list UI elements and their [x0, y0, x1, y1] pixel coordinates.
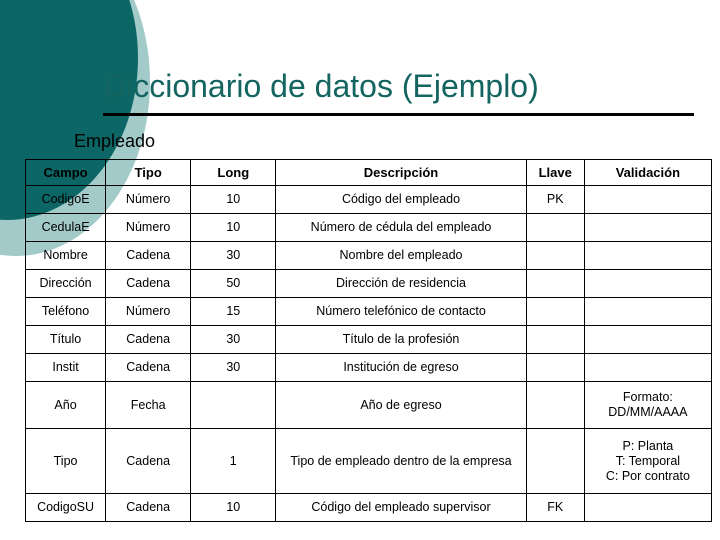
cell-tipo: Número — [105, 213, 192, 242]
table-row: Nombre Cadena 30 Nombre del empleado — [24, 241, 713, 270]
column-header-llave: Llave — [525, 159, 585, 186]
cell-llave — [525, 381, 585, 429]
cell-llave — [525, 325, 585, 354]
cell-tipo: Cadena — [105, 241, 192, 270]
entity-name-label: Empleado — [74, 131, 156, 151]
cell-llave — [525, 353, 585, 382]
cell-campo: CodigoSU — [24, 493, 107, 522]
table-header-row: Campo Tipo Long Descripción Llave Valida… — [24, 159, 713, 186]
cell-validacion — [583, 269, 713, 298]
cell-tipo: Número — [105, 297, 192, 326]
cell-long — [190, 381, 277, 429]
column-header-validacion: Validación — [583, 159, 713, 186]
cell-campo: Instit — [24, 353, 107, 382]
cell-llave — [525, 297, 585, 326]
column-header-long: Long — [190, 159, 277, 186]
title-block: Diccionario de datos (Ejemplo) — [103, 66, 694, 116]
page-title: Diccionario de datos (Ejemplo) — [103, 68, 539, 104]
cell-tipo: Cadena — [105, 428, 192, 494]
title-divider — [103, 113, 694, 116]
cell-llave — [525, 213, 585, 242]
cell-descripcion: Número de cédula del empleado — [275, 213, 527, 242]
cell-campo: Título — [24, 325, 107, 354]
cell-campo: Año — [24, 381, 107, 429]
cell-campo: CedulaE — [24, 213, 107, 242]
cell-long: 30 — [190, 353, 277, 382]
cell-campo: Nombre — [24, 241, 107, 270]
cell-llave — [525, 428, 585, 494]
table-row: CodigoE Número 10 Código del empleado PK — [24, 185, 713, 214]
cell-validacion — [583, 325, 713, 354]
cell-campo: Dirección — [24, 269, 107, 298]
cell-descripcion: Código del empleado — [275, 185, 527, 214]
table-row: Título Cadena 30 Título de la profesión — [24, 325, 713, 354]
validacion-line: P: Planta — [622, 438, 674, 453]
table-row: Teléfono Número 15 Número telefónico de con… — [24, 297, 713, 326]
cell-tipo: Cadena — [105, 269, 192, 298]
cell-validacion — [583, 241, 713, 270]
cell-validacion — [583, 353, 713, 382]
cell-descripcion: Código del empleado supervisor — [275, 493, 527, 522]
cell-descripcion: Institución de egreso — [275, 353, 527, 382]
cell-campo: Teléfono — [24, 297, 107, 326]
cell-llave — [525, 241, 585, 270]
cell-long: 1 — [190, 428, 277, 494]
cell-descripcion: Nombre del empleado — [275, 241, 527, 270]
cell-llave — [525, 269, 585, 298]
cell-validacion: Formato: DD/MM/AAAA — [583, 381, 713, 429]
cell-descripcion: Número telefónico de contacto — [275, 297, 527, 326]
cell-validacion — [583, 213, 713, 242]
cell-long: 10 — [190, 213, 277, 242]
table-row: CedulaE Número 10 Número de cédula del empl… — [24, 213, 713, 242]
cell-tipo: Cadena — [105, 325, 192, 354]
cell-long: 30 — [190, 241, 277, 270]
table-row: CodigoSU Cadena 10 Código del empleado supe… — [24, 493, 713, 522]
cell-validacion — [583, 493, 713, 522]
table-row: Instit Cadena 30 Institución de egreso — [24, 353, 713, 382]
cell-long: 50 — [190, 269, 277, 298]
cell-validacion — [583, 297, 713, 326]
cell-descripcion: Dirección de residencia — [275, 269, 527, 298]
table-body: CodigoE Número 10 Código del empleado PK Cedu… — [24, 185, 713, 522]
column-header-descripcion: Descripción — [275, 159, 527, 186]
cell-descripcion: Título de la profesión — [275, 325, 527, 354]
data-dictionary-table: Campo Tipo Long Descripción Llave Valida… — [24, 159, 713, 522]
cell-tipo: Número — [105, 185, 192, 214]
cell-long: 10 — [190, 185, 277, 214]
cell-descripcion: Tipo de empleado dentro de la empresa — [275, 428, 527, 494]
validacion-line: Formato: — [622, 390, 673, 404]
column-header-tipo: Tipo — [105, 159, 192, 186]
cell-validacion: P: Planta T: Temporal C: Por contrato — [583, 428, 713, 494]
cell-campo: Tipo — [24, 428, 107, 494]
table-row: Tipo Cadena 1 Tipo de empleado dentro de la… — [24, 428, 713, 494]
cell-llave: FK — [525, 493, 585, 522]
column-header-campo: Campo — [24, 159, 107, 186]
validacion-line: DD/MM/AAAA — [608, 405, 688, 419]
cell-descripcion: Año de egreso — [275, 381, 527, 429]
cell-tipo: Fecha — [105, 381, 192, 429]
table-row: Año Fecha Año de egreso Formato: DD/MM/AAAA — [24, 381, 713, 429]
validacion-line: T: Temporal — [615, 453, 681, 468]
cell-campo: CodigoE — [24, 185, 107, 214]
cell-tipo: Cadena — [105, 493, 192, 522]
data-dictionary-table-wrapper: Campo Tipo Long Descripción Llave Valida… — [24, 159, 713, 522]
cell-tipo: Cadena — [105, 353, 192, 382]
cell-llave: PK — [525, 185, 585, 214]
table-row: Dirección Cadena 50 Dirección de residencia — [24, 269, 713, 298]
cell-long: 30 — [190, 325, 277, 354]
cell-long: 10 — [190, 493, 277, 522]
validacion-line: C: Por contrato — [605, 468, 690, 483]
cell-long: 15 — [190, 297, 277, 326]
cell-validacion — [583, 185, 713, 214]
